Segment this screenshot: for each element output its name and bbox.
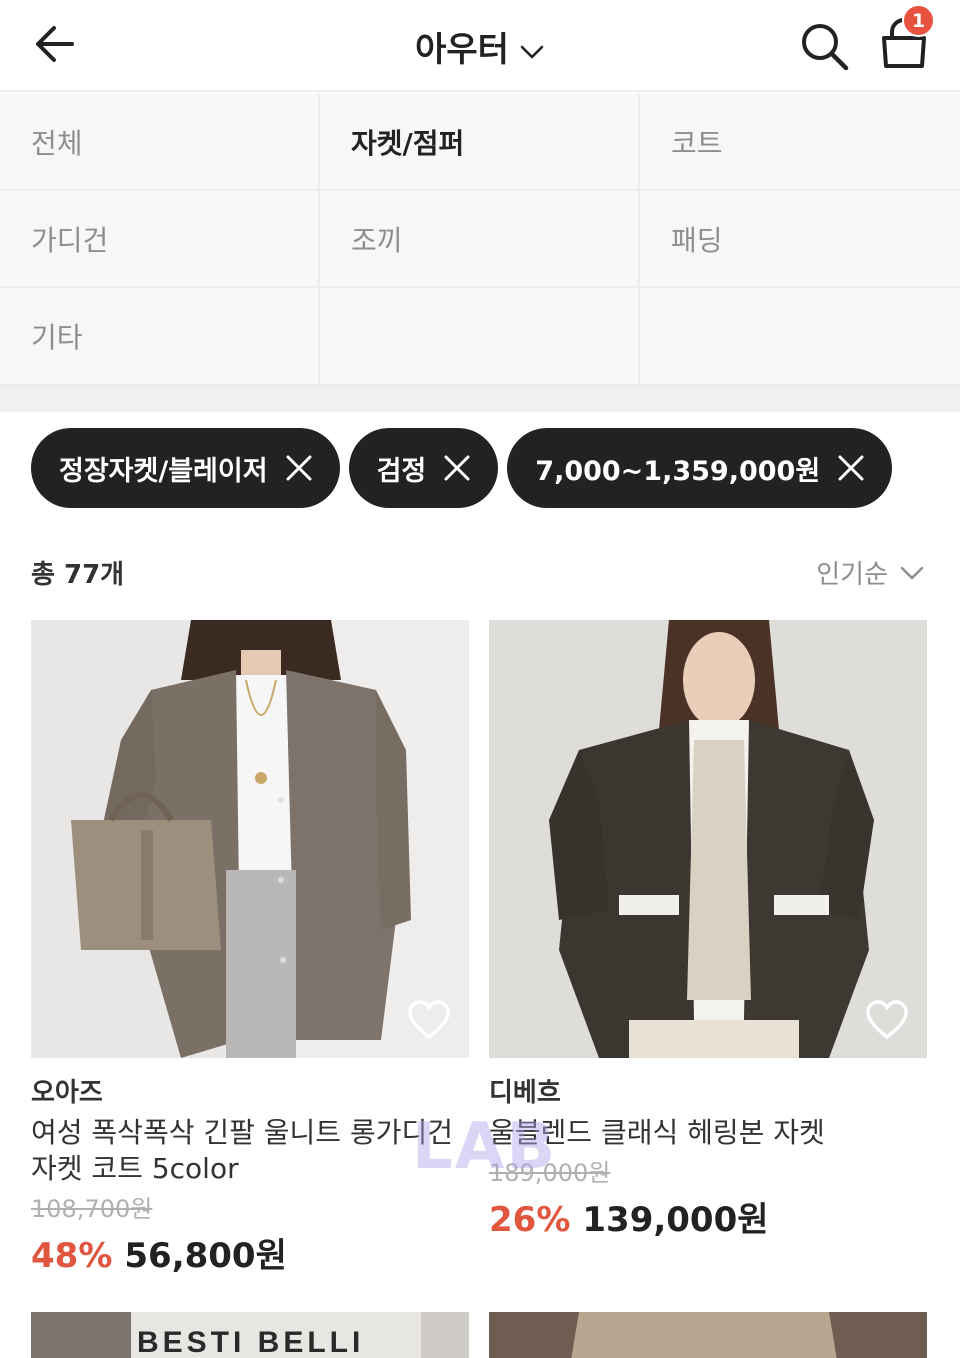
category-empty-cell xyxy=(320,288,640,386)
heart-icon[interactable] xyxy=(407,998,451,1042)
sort-label: 인기순 xyxy=(816,560,888,590)
product-discount: 48% xyxy=(31,1236,113,1276)
product-card-partial[interactable] xyxy=(489,1312,927,1358)
product-card[interactable]: 오아즈 여성 폭삭폭삭 긴팔 울니트 롱가디건 자켓 코트 5color 108… xyxy=(31,620,469,1277)
category-coat[interactable]: 코트 xyxy=(640,94,960,191)
product-sale-price: 139,000원 xyxy=(582,1200,769,1240)
filter-chip-black[interactable]: 검정 xyxy=(348,428,499,508)
product-price-row: 48% 56,800원 xyxy=(31,1228,469,1277)
watermark: LAB xyxy=(412,1110,558,1184)
page-title: 아우터 xyxy=(415,30,509,70)
category-empty-cell xyxy=(640,288,960,386)
category-grid: 전체 자켓/점퍼 코트 가디건 조끼 패딩 기타 xyxy=(0,94,960,386)
section-divider xyxy=(0,386,960,412)
cart-count-badge: 1 xyxy=(902,4,935,37)
product-photo-cardigan xyxy=(31,620,469,1058)
chevron-down-icon xyxy=(520,45,544,58)
product-brand: 디베흐 xyxy=(489,1078,561,1108)
product-brand: 오아즈 xyxy=(31,1078,103,1108)
chevron-down-icon xyxy=(900,566,924,579)
filter-chip-label: 7,000~1,359,000원 xyxy=(535,455,821,487)
close-icon[interactable] xyxy=(442,453,472,483)
filter-chip-label: 정장자켓/블레이저 xyxy=(59,455,268,487)
category-vest[interactable]: 조끼 xyxy=(320,191,640,288)
product-name[interactable]: 여성 폭삭폭삭 긴팔 울니트 롱가디건 자켓 코트 5color xyxy=(31,1115,469,1187)
product-price-row: 26% 139,000원 xyxy=(489,1192,927,1241)
category-all[interactable]: 전체 xyxy=(0,94,320,191)
close-icon[interactable] xyxy=(836,453,866,483)
product-card-partial[interactable]: BESTI BELLI xyxy=(31,1312,469,1358)
category-jacket-jumper[interactable]: 자켓/점퍼 xyxy=(320,94,640,191)
search-icon[interactable] xyxy=(796,18,852,74)
filter-chip-price-range[interactable]: 7,000~1,359,000원 xyxy=(507,428,893,508)
category-padding[interactable]: 패딩 xyxy=(640,191,960,288)
product-sale-price: 56,800원 xyxy=(124,1236,287,1276)
product-image[interactable] xyxy=(489,620,927,1058)
filter-chip-blazer[interactable]: 정장자켓/블레이저 xyxy=(31,428,340,508)
product-original-price: 108,700원 xyxy=(31,1195,153,1223)
category-cardigan[interactable]: 가디건 xyxy=(0,191,320,288)
product-photo-blazer xyxy=(489,620,927,1058)
product-discount: 26% xyxy=(489,1200,571,1240)
top-header: 아우터 1 xyxy=(0,0,960,92)
product-image[interactable] xyxy=(31,620,469,1058)
product-photo-partial xyxy=(489,1312,927,1358)
heart-icon[interactable] xyxy=(865,998,909,1042)
sign-text: BESTI BELLI xyxy=(137,1326,364,1358)
sort-dropdown[interactable]: 인기순 xyxy=(816,554,924,591)
result-count: 총 77개 xyxy=(31,560,125,590)
product-photo-partial: BESTI BELLI xyxy=(31,1312,469,1358)
close-icon[interactable] xyxy=(284,453,314,483)
active-filter-chips: 정장자켓/블레이저 검정 7,000~1,359,000원 xyxy=(31,428,893,508)
category-etc[interactable]: 기타 xyxy=(0,288,320,386)
filter-chip-label: 검정 xyxy=(376,455,427,487)
